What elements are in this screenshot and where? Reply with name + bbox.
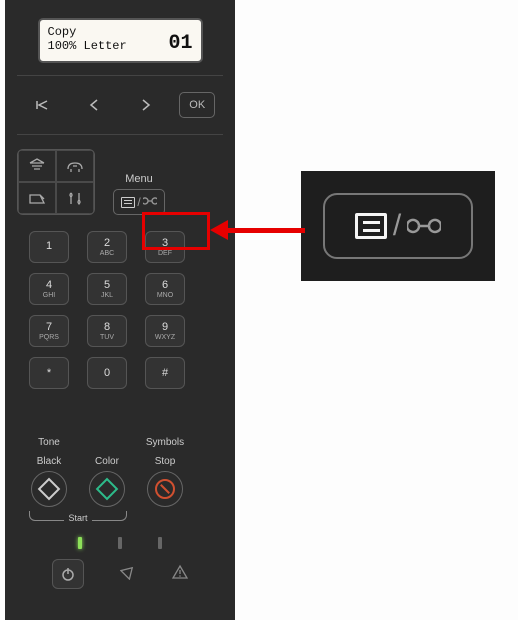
divider [17, 75, 223, 76]
black-start-button[interactable] [31, 471, 67, 507]
ink-icon [120, 564, 136, 585]
link-icon [407, 216, 441, 236]
slash-icon: / [393, 209, 401, 243]
color-label: Color [87, 456, 127, 467]
key-7[interactable]: 7PQRS [29, 315, 69, 347]
key-8[interactable]: 8TUV [87, 315, 127, 347]
printer-control-panel: Copy 100% Letter 01 OK [5, 0, 235, 620]
numeric-keypad: 1 2ABC 3DEF 4GHI 5JKL 6MNO 7PQRS 8TUV 9W… [5, 221, 235, 435]
key-4[interactable]: 4GHI [29, 273, 69, 305]
power-button[interactable] [52, 559, 84, 589]
menu-button[interactable]: / [113, 189, 165, 215]
list-icon [121, 197, 135, 208]
status-leds [5, 537, 235, 549]
setup-function-button[interactable] [56, 182, 94, 214]
color-start-button[interactable] [89, 471, 125, 507]
bottom-row [5, 559, 235, 589]
stop-button[interactable] [147, 471, 183, 507]
menu-label: Menu [125, 173, 153, 185]
callout-zoom: / [301, 171, 495, 281]
nav-row: OK [5, 84, 235, 126]
key-star[interactable]: * [29, 357, 69, 389]
copy-function-button[interactable] [18, 150, 56, 182]
symbols-label: Symbols [145, 437, 185, 448]
fax-function-button[interactable] [56, 150, 94, 182]
right-arrow-button[interactable] [128, 92, 164, 118]
menu-button-zoom: / [323, 193, 473, 259]
start-bracket: Start [29, 511, 127, 521]
stop-label: Stop [145, 456, 185, 467]
status-led-2 [158, 537, 162, 549]
key-3[interactable]: 3DEF [145, 231, 185, 263]
key-hash[interactable]: # [145, 357, 185, 389]
divider [17, 134, 223, 135]
back-button[interactable] [25, 92, 61, 118]
keypad-sublabels: Tone Symbols [5, 435, 235, 454]
lcd-display: Copy 100% Letter 01 [38, 18, 203, 63]
alert-icon [172, 564, 188, 585]
slash-icon: / [137, 195, 140, 209]
left-arrow-button[interactable] [76, 92, 112, 118]
ok-button[interactable]: OK [179, 92, 215, 118]
function-area: Menu / [5, 143, 235, 221]
function-grid [17, 149, 95, 215]
black-label: Black [29, 456, 69, 467]
menu-area: Menu / [113, 149, 165, 215]
lcd-counter: 01 [168, 32, 192, 55]
key-2[interactable]: 2ABC [87, 231, 127, 263]
list-icon [355, 213, 387, 239]
power-led [78, 537, 82, 549]
scan-function-button[interactable] [18, 182, 56, 214]
key-1[interactable]: 1 [29, 231, 69, 263]
link-icon [143, 196, 157, 209]
key-6[interactable]: 6MNO [145, 273, 185, 305]
key-9[interactable]: 9WXYZ [145, 315, 185, 347]
key-0[interactable]: 0 [87, 357, 127, 389]
action-labels-row: Black Color Stop [5, 454, 235, 469]
key-5[interactable]: 5JKL [87, 273, 127, 305]
tone-label: Tone [29, 437, 69, 448]
status-led-1 [118, 537, 122, 549]
action-buttons-row: Start [5, 469, 235, 509]
